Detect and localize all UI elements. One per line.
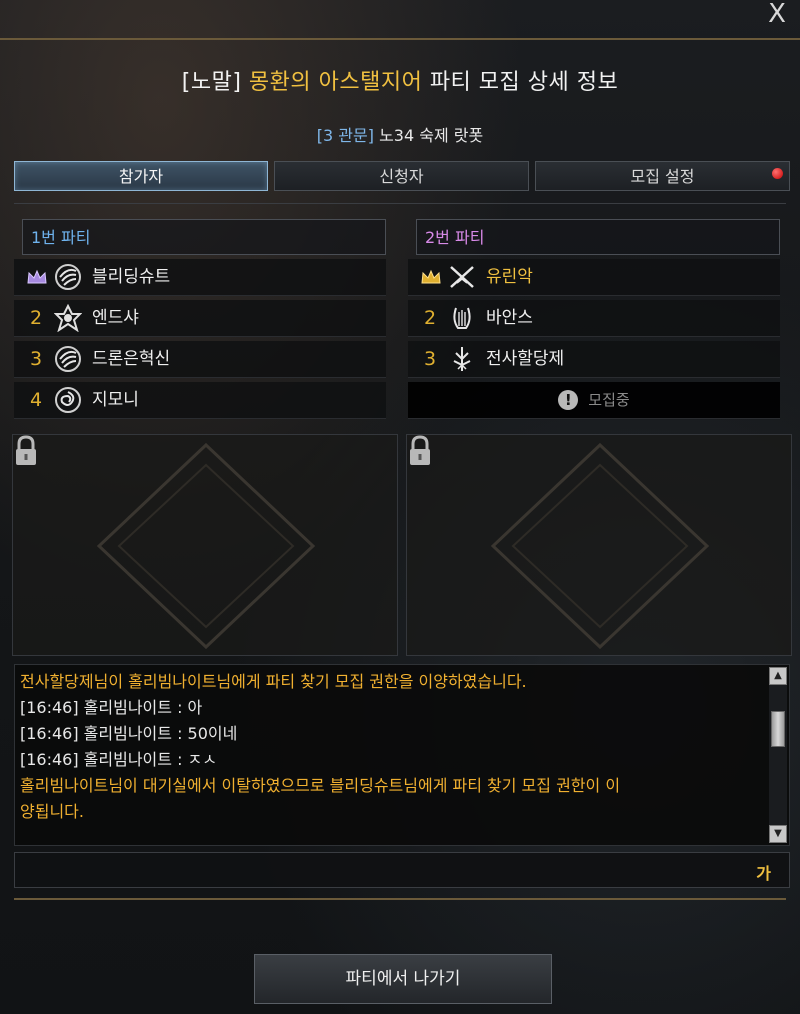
locked-party-slot [406, 434, 792, 656]
leader-crown-icon [421, 269, 441, 284]
bard-icon [453, 307, 471, 329]
gate-label: [3 관문] [316, 126, 374, 145]
member-name: 지모니 [92, 390, 139, 410]
gunslinger-icon [55, 346, 81, 372]
bottom-divider [14, 898, 786, 900]
party-description: 노34 숙제 랏폿 [373, 126, 484, 145]
recruiting-label: 모집중 [588, 391, 630, 409]
party-subtitle: [3 관문] 노34 숙제 랏폿 [0, 122, 800, 146]
lock-icon [16, 435, 36, 465]
exclamation-icon: ! [558, 390, 579, 410]
tab-recruit-settings[interactable]: 모집 설정 [535, 161, 790, 191]
party-member-row[interactable]: 4 지모니 [14, 382, 386, 419]
tab-bar: 참가자 신청자 모집 설정 [14, 161, 790, 191]
locked-party-slot [12, 434, 398, 656]
recruiting-slot: ! 모집중 [408, 382, 780, 419]
chat-log[interactable]: 전사할당제님이 홀리빔나이트님에게 파티 찾기 모집 권한을 이양하였습니다. … [14, 664, 790, 846]
chat-system-message: 홀리빔나이트님이 대기실에서 이탈하였으므로 블리딩슈트님에게 파티 찾기 모집… [20, 776, 621, 795]
party-member-row[interactable]: 2 바안스 [408, 300, 780, 337]
tab-recruit-settings-label: 모집 설정 [630, 167, 695, 186]
member-name: 바안스 [486, 308, 533, 328]
chat-message: [16:46] 홀리빔나이트 : ㅈㅅ [20, 750, 218, 769]
tab-participants[interactable]: 참가자 [14, 161, 268, 191]
tab-applicants[interactable]: 신청자 [274, 161, 529, 191]
slot-number: 3 [424, 348, 437, 370]
leader-crown-icon [27, 269, 47, 284]
leave-party-button[interactable]: 파티에서 나가기 [254, 954, 552, 1004]
section-divider [14, 203, 786, 204]
party-2-header: 2번 파티 [416, 219, 780, 255]
gunslinger-icon [55, 264, 81, 290]
input-language-toggle[interactable]: 가 [756, 860, 771, 884]
scroll-up-icon[interactable]: ▲ [769, 667, 787, 685]
party-member-row[interactable]: 블리딩슈트 [14, 259, 386, 296]
notification-dot-icon [772, 168, 783, 179]
title-raid-name: 몽환의 아스탤지어 [248, 70, 423, 95]
chat-input[interactable] [21, 857, 725, 885]
title-suffix: 파티 모집 상세 정보 [422, 70, 619, 95]
chat-scrollbar[interactable]: ▲ ▼ [769, 667, 787, 843]
chat-message: [16:46] 홀리빔나이트 : 50이네 [20, 724, 238, 743]
decorative-emblem [490, 442, 710, 650]
chat-system-message: 전사할당제님이 홀리빔나이트님에게 파티 찾기 모집 권한을 이양하였습니다. [20, 672, 527, 691]
destroyer-icon [54, 304, 82, 332]
party-member-row[interactable]: 2 엔드샤 [14, 300, 386, 337]
member-name: 유린악 [486, 267, 533, 287]
chat-system-message: 양됩니다. [20, 802, 84, 821]
slot-number: 4 [30, 389, 43, 411]
party-1-header: 1번 파티 [22, 219, 386, 255]
party-member-row[interactable]: 3 전사할당제 [408, 341, 780, 378]
member-name: 블리딩슈트 [92, 267, 171, 287]
lock-icon [410, 435, 430, 465]
summoner-icon [55, 387, 81, 413]
party-member-row[interactable]: 유린악 [408, 259, 780, 296]
member-name: 엔드샤 [92, 308, 139, 328]
party-member-row[interactable]: 3 드론은혁신 [14, 341, 386, 378]
title-difficulty: [노말] [181, 70, 249, 95]
holyknight-icon [453, 347, 471, 371]
slot-number: 3 [30, 348, 43, 370]
top-divider [0, 38, 800, 40]
scroll-down-icon[interactable]: ▼ [769, 825, 787, 843]
chat-message: [16:46] 홀리빔나이트 : 아 [20, 698, 203, 717]
member-name: 전사할당제 [486, 349, 565, 369]
slayer-icon [450, 266, 474, 288]
tab-participants-label: 참가자 [118, 167, 164, 186]
tab-applicants-label: 신청자 [379, 167, 424, 186]
scroll-thumb[interactable] [771, 711, 785, 747]
slot-number: 2 [30, 307, 43, 329]
close-button[interactable]: X [762, 0, 792, 30]
party-1-panel: 1번 파티 블리딩슈트 2 엔드샤 3 드론은혁신 4 지모니 [14, 219, 386, 419]
page-title: [노말] 몽환의 아스탤지어 파티 모집 상세 정보 [0, 64, 800, 96]
chat-input-bar: 가 [14, 852, 790, 888]
chat-lines: 전사할당제님이 홀리빔나이트님에게 파티 찾기 모집 권한을 이양하였습니다. … [20, 669, 762, 825]
member-name: 드론은혁신 [92, 349, 171, 369]
slot-number: 2 [424, 307, 437, 329]
decorative-emblem [96, 442, 316, 650]
party-2-panel: 2번 파티 유린악 2 바안스 3 전사할당제 ! 모집중 [408, 219, 780, 419]
